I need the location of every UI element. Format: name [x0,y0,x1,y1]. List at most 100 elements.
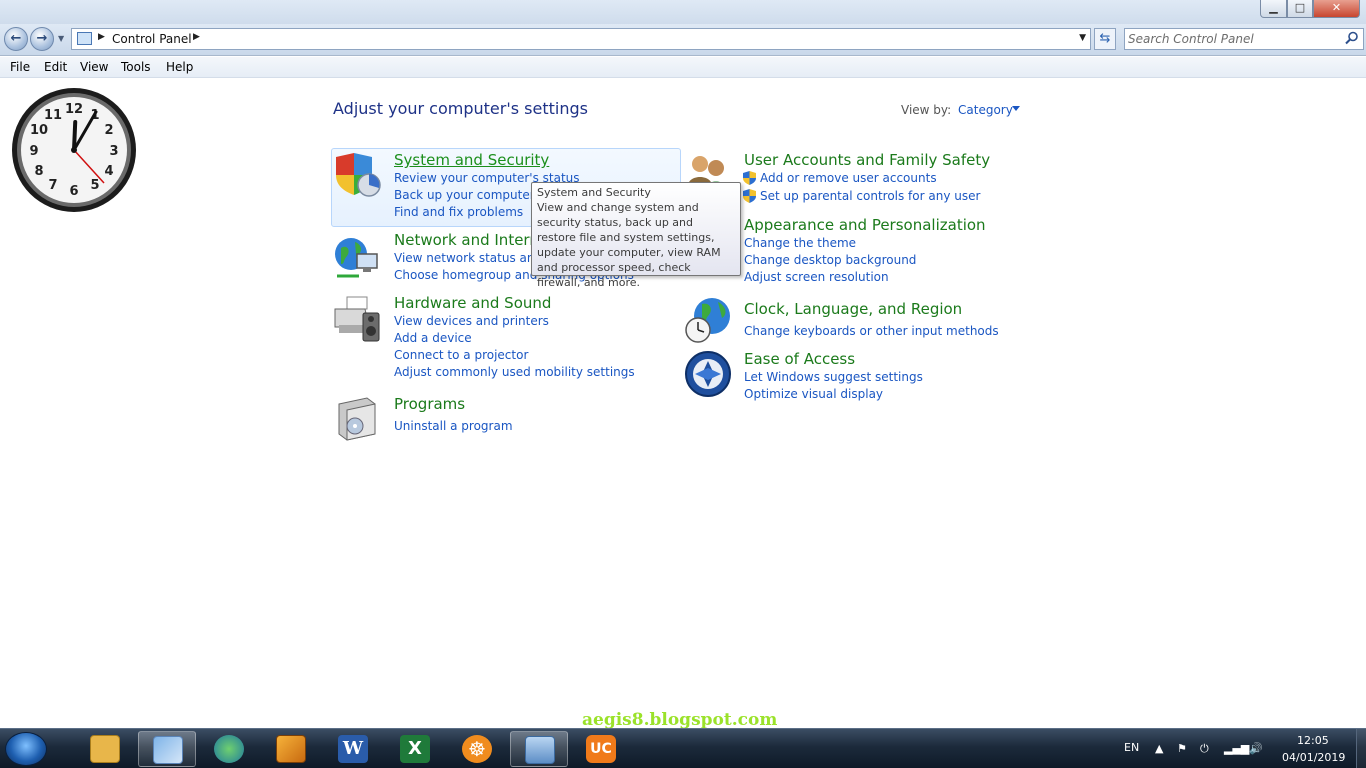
signal-strength-icon[interactable]: ▂▄▆ [1224,742,1249,755]
link-change-theme[interactable]: Change the theme [744,236,856,250]
maximize-button[interactable]: □ [1287,0,1313,18]
search-input[interactable] [1128,31,1338,47]
back-button[interactable]: ← [4,27,28,51]
menu-tools[interactable]: Tools [121,60,151,74]
view-by-label: View by: [901,103,952,117]
uac-shield-icon [743,171,756,185]
link-mobility[interactable]: Adjust commonly used mobility settings [394,365,635,379]
taskbar-helm-app[interactable]: ☸ [448,731,506,767]
navigation-bar: ← → ▼ ▶ Control Panel ▶ ▼ ⇆ [0,24,1366,56]
category-title-network[interactable]: Network and Internet [394,231,554,249]
globe-network-icon[interactable] [333,234,381,282]
word-icon: W [338,735,368,763]
category-title-programs[interactable]: Programs [394,395,465,413]
tooltip: System and Security View and change syst… [531,182,741,289]
clock-numeral: 11 [44,108,62,123]
helm-app-icon: ☸ [462,735,492,763]
gadgets-icon [525,736,555,764]
minimize-button[interactable]: ▁ [1260,0,1287,18]
tray-time[interactable]: 12:05 [1297,734,1329,747]
chevron-down-icon[interactable] [1012,106,1020,111]
forward-button[interactable]: → [30,27,54,51]
link-screen-resolution[interactable]: Adjust screen resolution [744,270,889,284]
category-title-system-security[interactable]: System and Security [394,151,549,169]
shield-chart-icon[interactable] [333,151,381,199]
control-panel-icon [153,736,183,764]
category-title-ease-of-access[interactable]: Ease of Access [744,350,855,368]
category-title-appearance[interactable]: Appearance and Personalization [744,216,986,234]
link-visual-display[interactable]: Optimize visual display [744,387,883,401]
menu-file[interactable]: File [10,60,30,74]
power-plug-icon[interactable]: ⏻ [1200,742,1209,756]
category-title-clock-region[interactable]: Clock, Language, and Region [744,300,962,318]
tray-date[interactable]: 04/01/2019 [1282,751,1345,764]
link-desktop-background[interactable]: Change desktop background [744,253,916,267]
link-back-up[interactable]: Back up your computer [394,188,535,202]
start-button[interactable] [5,732,47,766]
clock-numeral: 3 [109,144,118,159]
link-add-remove-users[interactable]: Add or remove user accounts [760,171,937,185]
close-button[interactable]: ✕ [1313,0,1360,18]
show-desktop-button[interactable] [1356,729,1366,768]
clock-numeral: 12 [65,102,83,117]
taskbar-explorer[interactable] [76,731,134,767]
uac-shield-icon [743,189,756,203]
watermark-text: aegis8.blogspot.com [582,710,778,730]
programs-box-icon[interactable] [333,394,381,442]
link-uninstall[interactable]: Uninstall a program [394,419,513,433]
menu-edit[interactable]: Edit [44,60,67,74]
address-bar[interactable]: ▶ Control Panel ▶ ▼ [71,28,1091,50]
control-panel-icon [77,32,92,45]
clock-numeral: 7 [48,178,57,193]
category-title-user-accounts[interactable]: User Accounts and Family Safety [744,151,990,169]
globe-clock-icon[interactable] [684,296,732,344]
clock-numeral: 5 [90,178,99,193]
clock-numeral: 8 [34,164,43,179]
menu-view[interactable]: View [80,60,108,74]
link-projector[interactable]: Connect to a projector [394,348,528,362]
breadcrumb-separator-icon[interactable]: ▶ [193,32,200,42]
taskbar-gadgets[interactable] [510,731,568,767]
tooltip-title: System and Security [537,186,651,199]
clock-numeral: 2 [104,123,113,138]
volume-icon[interactable]: 🔊 [1249,742,1263,755]
recent-pages-dropdown-icon[interactable]: ▼ [58,34,64,43]
language-indicator[interactable]: EN [1124,741,1139,754]
link-add-device[interactable]: Add a device [394,331,472,345]
clock-gadget[interactable]: 12 1 2 3 4 5 6 7 8 9 10 11 [10,86,138,214]
address-dropdown-icon[interactable]: ▼ [1079,33,1086,43]
search-icon[interactable] [1345,31,1359,45]
menu-bar: File Edit View Tools Help [0,57,1366,78]
action-center-flag-icon[interactable]: ⚑ [1177,742,1187,755]
category-title-hardware[interactable]: Hardware and Sound [394,294,551,312]
tooltip-body: View and change system and security stat… [537,201,721,289]
printer-speaker-icon[interactable] [333,295,381,343]
link-parental-controls[interactable]: Set up parental controls for any user [760,189,980,203]
page-title: Adjust your computer's settings [333,99,588,118]
clock-numeral: 4 [104,164,113,179]
link-suggest-settings[interactable]: Let Windows suggest settings [744,370,923,384]
menu-help[interactable]: Help [166,60,193,74]
download-manager-icon [214,735,244,763]
clock-numeral: 6 [69,184,78,199]
show-hidden-icons-icon[interactable]: ▲ [1155,742,1163,755]
ease-of-access-icon[interactable] [684,350,732,398]
title-bar: ▁ □ ✕ [0,0,1366,24]
taskbar-control-panel[interactable] [138,731,196,767]
link-find-fix[interactable]: Find and fix problems [394,205,523,219]
taskbar: W X ☸ UC EN ▲ ⚑ ⏻ ▂▄▆ 🔊 12:05 04/01/2019 [0,728,1366,768]
taskbar-word[interactable]: W [324,731,382,767]
breadcrumb-separator-icon[interactable]: ▶ [98,32,105,42]
explorer-folder-icon [90,735,120,763]
breadcrumb-control-panel[interactable]: Control Panel [112,32,192,46]
view-by-dropdown[interactable]: Category [958,103,1013,117]
taskbar-download-manager[interactable] [200,731,258,767]
search-box [1124,28,1364,50]
uc-browser-icon: UC [586,735,616,763]
taskbar-uc-browser[interactable]: UC [572,731,630,767]
taskbar-excel[interactable]: X [386,731,444,767]
link-keyboards[interactable]: Change keyboards or other input methods [744,324,999,338]
refresh-button[interactable]: ⇆ [1094,28,1116,50]
taskbar-winamp[interactable] [262,731,320,767]
link-devices-printers[interactable]: View devices and printers [394,314,549,328]
